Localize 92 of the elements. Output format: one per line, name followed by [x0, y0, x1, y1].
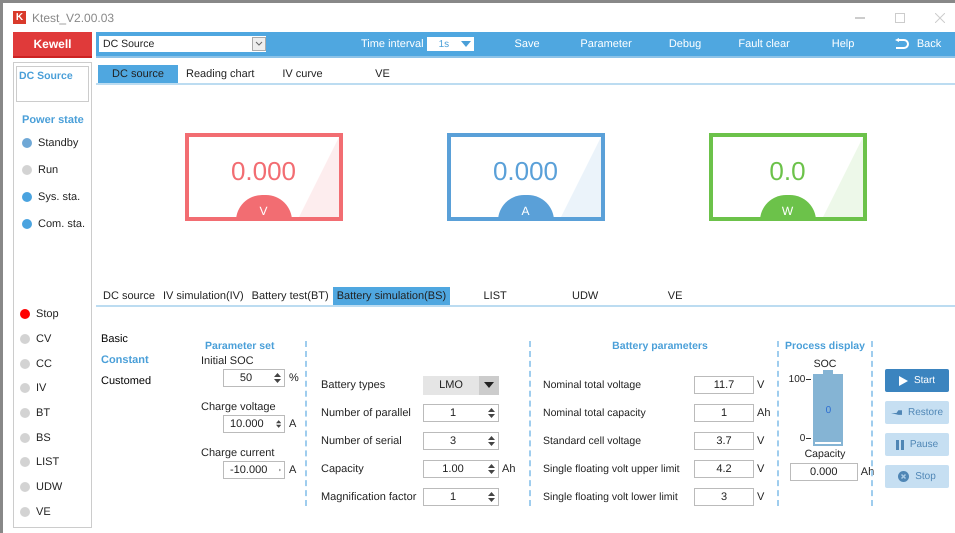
status-label: Stop: [36, 308, 59, 320]
field-label: Nominal total capacity: [543, 407, 647, 419]
value-field[interactable]: 11.7: [694, 376, 754, 394]
gauge-reading: 0.000: [230, 156, 296, 186]
spin-field[interactable]: 1.00: [423, 460, 499, 478]
status-label: BS: [36, 432, 51, 444]
tab[interactable]: IV curve: [262, 65, 342, 83]
time-interval-label: Time interval: [361, 38, 424, 50]
close-icon[interactable]: [935, 12, 945, 22]
back-arrow-icon: [894, 38, 909, 50]
capacity-field[interactable]: 0.000: [790, 463, 858, 481]
status-label: Standby: [38, 137, 78, 150]
field-label: Single floating volt upper limit: [543, 463, 681, 475]
gauge-reading: 0.0: [769, 156, 806, 186]
status-label: UDW: [36, 480, 62, 493]
unit-label: V: [757, 435, 764, 447]
value-field[interactable]: 1: [694, 404, 754, 422]
field-label: Charge current: [201, 447, 276, 459]
value-field[interactable]: 4.2: [694, 460, 754, 478]
restore-icon: [891, 408, 902, 416]
status-label: Run: [38, 164, 58, 176]
field-label: Magnification factor: [321, 491, 418, 503]
tab[interactable]: Battery test(BT): [248, 287, 333, 305]
field-label: Single floating volt lower limit: [543, 491, 679, 503]
field-label: Initial SOC: [201, 355, 255, 367]
app-logo-icon: K: [13, 11, 26, 24]
tab[interactable]: DC source: [98, 65, 178, 83]
status-label: CV: [36, 332, 52, 345]
status-label: IV: [36, 382, 46, 394]
corner-shade-icon: [298, 137, 338, 217]
spin-field[interactable]: 50: [223, 369, 285, 387]
status-label: BT: [36, 406, 50, 419]
tab[interactable]: VE: [342, 65, 422, 83]
spin-field[interactable]: 3: [423, 432, 499, 450]
play-icon: [898, 376, 908, 386]
section-heading: Process display: [785, 340, 865, 354]
tab[interactable]: UDW: [540, 287, 630, 305]
unit-label: Ah: [502, 463, 516, 475]
field-label: Charge voltage: [201, 401, 277, 413]
mode-dropdown[interactable]: DC Source: [99, 36, 266, 52]
field-label: Number of parallel: [321, 407, 412, 419]
axis-label: 100: [788, 374, 806, 385]
tab[interactable]: Reading chart: [178, 65, 262, 83]
source-box: DC Source: [16, 66, 89, 102]
unit-label: Ah: [757, 407, 770, 419]
status-label: Sys. sta.: [38, 191, 80, 204]
maximize-icon[interactable]: [895, 12, 905, 22]
tab[interactable]: VE: [630, 287, 720, 305]
section-heading: Parameter set: [204, 340, 276, 354]
corner-shade-icon: [822, 137, 862, 217]
corner-shade-icon: [560, 137, 600, 217]
mode-nav-item[interactable]: Customed: [101, 375, 152, 387]
status-label: LIST: [36, 456, 60, 468]
capacity-label: Capacity: [804, 448, 846, 460]
unit-label: A: [289, 418, 296, 430]
unit-label: A: [289, 464, 296, 476]
field-label: Capacity: [321, 463, 365, 475]
spin-field[interactable]: 1: [423, 404, 499, 422]
action-button[interactable]: Start: [885, 369, 949, 392]
unit-label: %: [289, 372, 299, 384]
spin-field[interactable]: 1: [423, 488, 499, 506]
unit-label: V: [757, 463, 764, 475]
section-heading: Battery parameters: [611, 340, 709, 354]
stop-icon: [898, 471, 910, 482]
spin-field[interactable]: -10.000: [223, 461, 285, 479]
section-heading: Power state: [22, 114, 85, 126]
pause-icon: [896, 440, 904, 450]
field-label: Nominal total voltage: [543, 379, 642, 391]
unit-label: V: [757, 491, 764, 503]
tab[interactable]: Battery simulation(BS): [332, 287, 450, 305]
tab[interactable]: IV simulation(IV): [158, 287, 248, 305]
value-field[interactable]: 3: [694, 488, 754, 506]
mode-nav-item[interactable]: Basic: [101, 333, 128, 345]
tab[interactable]: LIST: [450, 287, 540, 305]
battery-type-dropdown[interactable]: LMO: [423, 376, 499, 394]
dropdown-arrow-icon: [460, 39, 472, 49]
unit-label: V: [757, 379, 764, 391]
status-label: CC: [36, 358, 52, 370]
axis-label: 0: [800, 433, 806, 444]
tab[interactable]: DC source: [99, 287, 159, 305]
field-label: Battery types: [321, 379, 386, 391]
spin-field[interactable]: 10.000: [223, 415, 285, 433]
gauge-reading: 0.000: [492, 156, 558, 186]
value-field[interactable]: 3.7: [694, 432, 754, 450]
soc-label: SOC: [814, 358, 836, 370]
field-label: Standard cell voltage: [543, 435, 642, 447]
soc-value: 0: [826, 404, 832, 416]
status-label: Com. sta.: [38, 218, 86, 230]
field-label: Number of serial: [321, 435, 403, 447]
brand-logo: Kewell: [13, 32, 92, 58]
window-title: Ktest_V2.00.03: [32, 10, 114, 24]
status-label: VE: [36, 506, 51, 518]
